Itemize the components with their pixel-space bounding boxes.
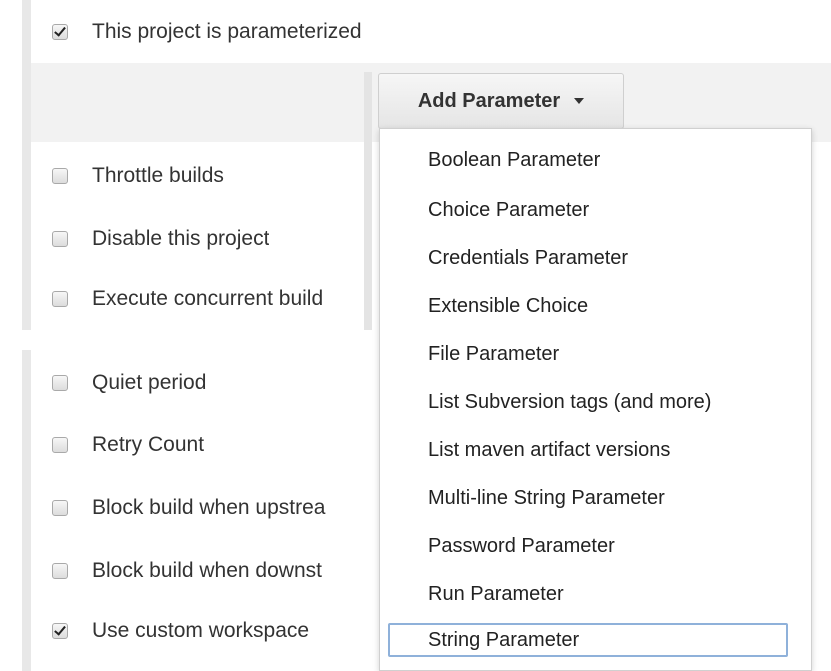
menu-item-choice-parameter[interactable]: Choice Parameter xyxy=(388,193,788,227)
option-label: Disable this project xyxy=(92,227,270,250)
add-parameter-label: Add Parameter xyxy=(417,89,561,112)
menu-item-password-parameter[interactable]: Password Parameter xyxy=(388,529,788,563)
option-label: Throttle builds xyxy=(92,164,224,187)
option-throttle-builds[interactable]: Throttle builds xyxy=(52,162,224,190)
quiet-period-checkbox[interactable] xyxy=(52,375,68,391)
block-upstream-checkbox[interactable] xyxy=(52,500,68,516)
parameterized-checkbox[interactable] xyxy=(52,24,68,40)
option-execute-concurrent[interactable]: Execute concurrent build xyxy=(52,285,414,313)
option-label: Block build when downst xyxy=(92,559,322,582)
block-downstream-checkbox[interactable] xyxy=(52,563,68,579)
option-quiet-period[interactable]: Quiet period xyxy=(52,369,206,397)
option-retry-count[interactable]: Retry Count xyxy=(52,431,204,459)
section-guide-bar-top xyxy=(22,0,31,330)
retry-count-checkbox[interactable] xyxy=(52,437,68,453)
execute-concurrent-checkbox[interactable] xyxy=(52,291,68,307)
option-label: Quiet period xyxy=(92,371,207,394)
menu-item-multi-line-string-parameter[interactable]: Multi-line String Parameter xyxy=(388,481,788,515)
option-block-downstream[interactable]: Block build when downst xyxy=(52,557,414,585)
disable-project-checkbox[interactable] xyxy=(52,231,68,247)
menu-item-string-parameter[interactable]: String Parameter xyxy=(388,623,788,657)
menu-item-list-maven-artifact-versions[interactable]: List maven artifact versions xyxy=(388,433,788,467)
option-custom-workspace[interactable]: Use custom workspace xyxy=(52,617,309,645)
option-label: Retry Count xyxy=(92,433,205,456)
menu-item-boolean-parameter[interactable]: Boolean Parameter xyxy=(388,143,788,177)
option-parameterized[interactable]: This project is parameterized xyxy=(52,18,362,46)
menu-item-run-parameter[interactable]: Run Parameter xyxy=(388,577,788,611)
menu-item-extensible-choice[interactable]: Extensible Choice xyxy=(388,289,788,323)
caret-down-icon xyxy=(574,98,585,104)
throttle-builds-checkbox[interactable] xyxy=(52,168,68,184)
option-label: Block build when upstrea xyxy=(92,496,326,519)
add-parameter-button[interactable]: Add Parameter xyxy=(378,73,624,129)
option-block-upstream[interactable]: Block build when upstrea xyxy=(52,494,414,522)
section-guide-bar-bottom xyxy=(22,350,31,671)
menu-item-credentials-parameter[interactable]: Credentials Parameter xyxy=(388,241,788,275)
option-label: This project is parameterized xyxy=(92,20,362,43)
option-label: Execute concurrent build xyxy=(92,287,324,310)
option-label: Use custom workspace xyxy=(92,619,310,642)
option-disable-project[interactable]: Disable this project xyxy=(52,225,269,253)
add-parameter-dropdown-menu: Boolean Parameter Choice Parameter Crede… xyxy=(379,128,812,671)
menu-item-file-parameter[interactable]: File Parameter xyxy=(388,337,788,371)
menu-item-list-subversion-tags[interactable]: List Subversion tags (and more) xyxy=(388,385,788,419)
custom-workspace-checkbox[interactable] xyxy=(52,623,68,639)
